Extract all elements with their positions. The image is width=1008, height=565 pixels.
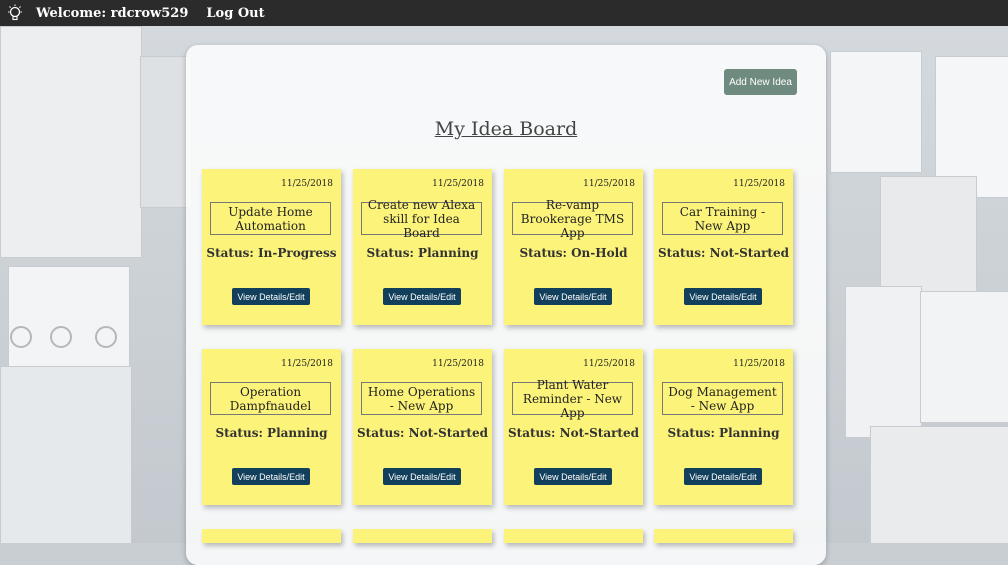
idea-card: 11/25/2018 Plant Water Reminder - New Ap… [504,349,643,505]
idea-date: 11/25/2018 [281,359,333,369]
idea-title: Create new Alexa skill for Idea Board [361,198,482,240]
idea-card-partial [353,529,492,543]
idea-card-partial [202,529,341,543]
idea-date: 11/25/2018 [583,359,635,369]
welcome-text: Welcome: rdcrow529 [36,5,189,21]
idea-status: Status: On-Hold [519,246,628,260]
idea-status: Status: In-Progress [206,246,337,260]
idea-status: Status: Planning [366,246,479,260]
idea-card-partial [654,529,793,543]
logout-link[interactable]: Log Out [206,6,264,21]
idea-title: Home Operations - New App [361,382,482,415]
idea-card: 11/25/2018 Home Operations - New App Sta… [353,349,492,505]
idea-card: 11/25/2018 Operation Dampfnaudel Status:… [202,349,341,505]
idea-status: Status: Not-Started [658,246,789,260]
idea-title: Operation Dampfnaudel [210,382,331,415]
idea-date: 11/25/2018 [432,179,484,189]
idea-status: Status: Planning [667,426,780,440]
idea-card: 11/25/2018 Update Home Automation Status… [202,169,341,325]
top-nav-bar: Welcome: rdcrow529 Log Out [0,0,1008,26]
idea-date: 11/25/2018 [432,359,484,369]
idea-date: 11/25/2018 [733,359,785,369]
view-details-edit-button[interactable]: View Details/Edit [534,468,612,485]
idea-date: 11/25/2018 [733,179,785,189]
idea-title: Re-vamp Brookerage TMS App [512,198,633,240]
idea-board-panel: Add New Idea My Idea Board 11/25/2018 Up… [186,45,826,565]
idea-card: 11/25/2018 Car Training - New App Status… [654,169,793,325]
view-details-edit-button[interactable]: View Details/Edit [534,288,612,305]
view-details-edit-button[interactable]: View Details/Edit [684,468,762,485]
page-title: My Idea Board [434,118,578,140]
idea-status: Status: Not-Started [357,426,488,440]
idea-card: 11/25/2018 Create new Alexa skill for Id… [353,169,492,325]
add-new-idea-button[interactable]: Add New Idea [724,69,797,95]
idea-card: 11/25/2018 Re-vamp Brookerage TMS App St… [504,169,643,325]
idea-title: Dog Management - New App [662,382,783,415]
idea-title: Car Training - New App [662,202,783,235]
view-details-edit-button[interactable]: View Details/Edit [232,468,310,485]
idea-status: Status: Not-Started [508,426,639,440]
idea-status: Status: Planning [215,426,328,440]
idea-card-partial [504,529,643,543]
idea-date: 11/25/2018 [583,179,635,189]
view-details-edit-button[interactable]: View Details/Edit [232,288,310,305]
idea-card: 11/25/2018 Dog Management - New App Stat… [654,349,793,505]
lightbulb-icon[interactable] [4,2,26,24]
idea-date: 11/25/2018 [281,179,333,189]
view-details-edit-button[interactable]: View Details/Edit [383,288,461,305]
view-details-edit-button[interactable]: View Details/Edit [383,468,461,485]
idea-title: Plant Water Reminder - New App [512,378,633,420]
view-details-edit-button[interactable]: View Details/Edit [684,288,762,305]
idea-title: Update Home Automation [210,202,331,235]
